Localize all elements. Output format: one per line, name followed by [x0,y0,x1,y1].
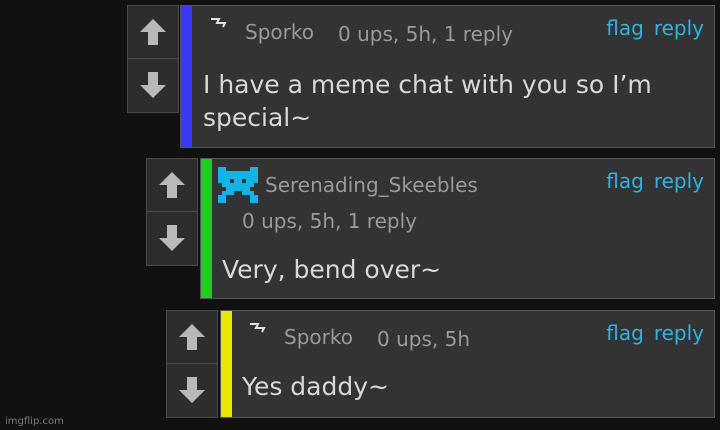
lightning-bolt-icon [211,18,227,28]
comment-meta: 0 ups, 5h, 1 reply [338,22,513,46]
comment-actions: flag reply [606,16,704,40]
comment-2: Serenading_Skeebles flag reply 0 ups, 5h… [146,158,715,299]
upvote-button[interactable] [128,6,178,59]
comment-card: Sporko 0 ups, 5h, 1 reply flag reply I h… [180,5,715,148]
username[interactable]: Sporko [284,325,353,349]
upvote-button[interactable] [147,159,197,212]
downvote-button[interactable] [128,59,178,111]
comment-stripe [201,159,212,298]
arrow-down-icon [140,72,166,98]
watermark: imgflip.com [5,416,64,427]
flag-link[interactable]: flag [606,169,644,193]
reply-link[interactable]: reply [654,16,704,40]
arrow-down-icon [179,377,205,403]
comment-text: I have a meme chat with you so I’m speci… [203,70,652,132]
comment-1: Sporko 0 ups, 5h, 1 reply flag reply I h… [127,5,715,148]
comment-card: Sporko 0 ups, 5h flag reply Yes daddy~ [220,310,715,418]
vote-box [127,5,179,113]
flag-link[interactable]: flag [606,16,644,40]
username[interactable]: Sporko [245,20,314,44]
downvote-button[interactable] [167,364,217,416]
comment-meta: 0 ups, 5h, 1 reply [242,209,417,233]
comment-stripe [221,311,232,417]
comment-card: Serenading_Skeebles flag reply 0 ups, 5h… [200,158,715,299]
reply-link[interactable]: reply [654,321,704,345]
arrow-up-icon [179,324,205,350]
pixel-creature-icon[interactable] [218,167,258,203]
username[interactable]: Serenading_Skeebles [265,173,478,197]
downvote-button[interactable] [147,212,197,264]
comment-3: Sporko 0 ups, 5h flag reply Yes daddy~ [166,310,715,418]
comment-meta: 0 ups, 5h [377,327,470,351]
vote-box [146,158,198,266]
arrow-up-icon [140,19,166,45]
comment-text: Very, bend over~ [222,255,442,284]
arrow-up-icon [159,172,185,198]
flag-link[interactable]: flag [606,321,644,345]
comment-actions: flag reply [606,169,704,193]
upvote-button[interactable] [167,311,217,364]
comment-actions: flag reply [606,321,704,345]
comment-text: Yes daddy~ [242,372,389,401]
comment-stripe [181,6,192,147]
vote-box [166,310,218,418]
lightning-bolt-icon [250,323,266,333]
reply-link[interactable]: reply [654,169,704,193]
arrow-down-icon [159,225,185,251]
